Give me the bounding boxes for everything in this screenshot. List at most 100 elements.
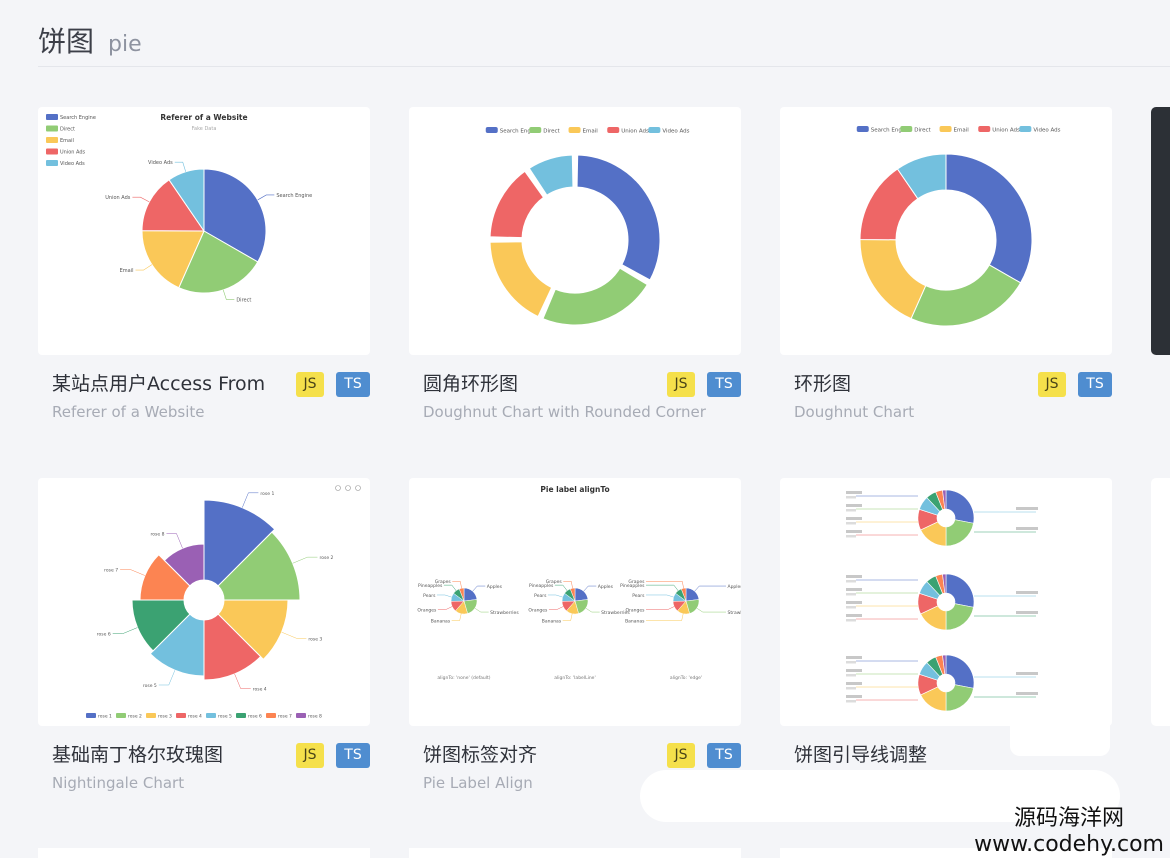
pie-slice (945, 603, 974, 631)
label-placeholder (1016, 692, 1038, 695)
slice-label: Bananas (625, 618, 645, 624)
pie-slice (910, 264, 1022, 327)
legend-swatch (900, 126, 913, 132)
label-placeholder (846, 593, 856, 596)
legend-swatch (529, 127, 542, 133)
legend-label: Union Ads (621, 129, 649, 135)
card-title[interactable]: 某站点用户Access From (52, 369, 265, 396)
label-line (437, 606, 453, 610)
slice-label: Pears (534, 593, 547, 599)
pie-slice (685, 587, 700, 602)
pie-slice (945, 573, 975, 608)
card-title[interactable]: 饼图标签对齐 (423, 740, 537, 767)
card-title[interactable]: 圆角环形图 (423, 369, 518, 396)
doughnut-thumbnail: Search Engine Direct Email Union Ads Video A… (856, 126, 1061, 327)
slice-label: Grapes (628, 579, 645, 585)
pie-slice (540, 265, 651, 328)
label-placeholder (846, 687, 856, 690)
label-line (646, 594, 674, 598)
js-badge[interactable]: JS (667, 372, 695, 397)
ts-badge[interactable]: TS (707, 743, 741, 768)
legend-swatch (46, 137, 58, 143)
pie-slice (945, 654, 975, 689)
label-placeholder (846, 509, 856, 512)
pie-slice (945, 489, 975, 524)
legend-label: Direct (914, 128, 931, 134)
card-thumbnail-partial[interactable] (1151, 107, 1170, 355)
legend-label: Union Ads (992, 128, 1020, 134)
label-placeholder (1016, 507, 1038, 510)
card-title[interactable]: 基础南丁格尔玫瑰图 (52, 740, 223, 767)
js-badge[interactable]: JS (667, 743, 695, 768)
slice-label: Video Ads (148, 160, 173, 166)
watermark-line2: www.codehy.com (974, 832, 1164, 857)
slice-label: Pears (423, 593, 436, 599)
label-line (257, 194, 275, 201)
label-line (174, 161, 186, 172)
card-thumbnail-partial[interactable] (38, 848, 370, 858)
legend-swatch (296, 713, 306, 718)
ts-badge[interactable]: TS (336, 743, 370, 768)
card-thumbnail[interactable] (780, 478, 1112, 726)
js-badge[interactable]: JS (1038, 372, 1066, 397)
label-line (112, 627, 138, 634)
card-thumbnail[interactable]: Search Engine Direct Email Union Ads Video A… (780, 107, 1112, 355)
js-badge[interactable]: JS (296, 743, 324, 768)
obscuring-blob (1010, 700, 1110, 756)
doughnut-thumbnail: Search Engine Direct Email Union Ads Video A… (485, 127, 690, 328)
slice-label: Grapes (546, 579, 563, 585)
legend-swatch (568, 127, 581, 133)
label-line (562, 613, 573, 621)
label-line (474, 607, 489, 613)
legend-label: Email (954, 128, 970, 134)
label-line (646, 613, 684, 621)
card-thumbnail-partial[interactable] (1151, 478, 1170, 726)
label-placeholder (846, 614, 862, 617)
label-placeholder (846, 656, 862, 659)
legend-label: Video Ads (60, 161, 85, 167)
ts-badge[interactable]: TS (336, 372, 370, 397)
slice-label: Bananas (542, 618, 562, 624)
legend-swatch (146, 713, 156, 718)
label-line (646, 606, 675, 610)
card-title[interactable]: 环形图 (794, 369, 851, 396)
label-line (292, 556, 318, 564)
rose-label: rose 3 (308, 636, 322, 642)
label-line (281, 631, 307, 639)
card-thumbnail[interactable]: rose 1 rose 2 rose 3 rose 4 rose 5 rose 6 rose… (38, 478, 370, 726)
label-line (132, 196, 150, 203)
js-badge[interactable]: JS (296, 372, 324, 397)
align-caption: alignTo: 'edge' (670, 675, 702, 681)
card-title[interactable]: 饼图引导线调整 (794, 740, 927, 767)
ts-badge[interactable]: TS (707, 372, 741, 397)
ts-badge[interactable]: TS (1078, 372, 1112, 397)
rose-label: rose 2 (319, 555, 333, 561)
legend-label: rose 3 (158, 714, 172, 720)
card-thumbnail[interactable]: Referer of a Website Fake Data Search Engi… (38, 107, 370, 355)
card-thumbnail[interactable]: Search Engine Direct Email Union Ads Video A… (409, 107, 741, 355)
label-placeholder (1016, 591, 1038, 594)
label-placeholder (846, 522, 856, 525)
slice-label: Email (120, 268, 134, 274)
legend-swatch (939, 126, 952, 132)
pie-slice (945, 153, 1033, 284)
card-thumbnail[interactable]: Pie label alignTo Apples Strawberries Banan… (409, 478, 741, 726)
align-caption: alignTo: 'none' (default) (437, 675, 490, 681)
label-placeholder (846, 517, 862, 520)
legend-label: Direct (60, 127, 75, 133)
legend-label: Search Engine (60, 115, 96, 121)
section-subtitle: pie (108, 32, 142, 57)
label-placeholder (1016, 672, 1038, 675)
label-placeholder (846, 682, 862, 685)
legend-label: Email (583, 129, 599, 135)
label-placeholder (846, 575, 862, 578)
slice-label: Apples (728, 584, 742, 590)
label-line (585, 607, 600, 613)
card-thumbnail-partial[interactable] (409, 848, 741, 858)
legend-swatch (1019, 126, 1032, 132)
label-line (135, 264, 153, 271)
label-line (120, 569, 145, 576)
rose-label: rose 4 (253, 687, 267, 693)
legend-label: rose 7 (278, 714, 292, 720)
card-subtitle: Referer of a Website (52, 403, 205, 421)
